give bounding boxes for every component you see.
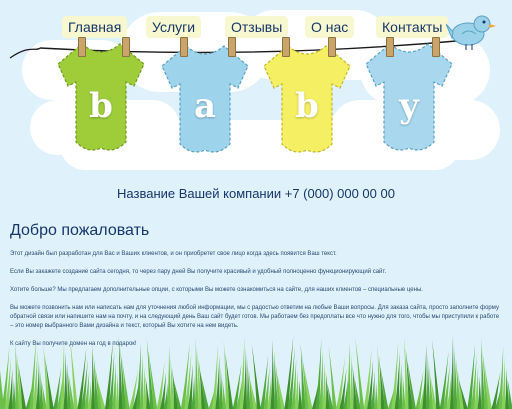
- grass-blade: [270, 340, 275, 409]
- grass-blade: [218, 367, 223, 409]
- letter-b: b: [89, 86, 113, 126]
- grass-blade: [374, 382, 379, 409]
- page-title: Добро пожаловать: [10, 222, 150, 239]
- clothespin: [328, 37, 336, 57]
- paragraph: Этот дизайн был разработан для Вас и Ваш…: [10, 251, 337, 257]
- nav-item-contacts[interactable]: Контакты: [376, 16, 449, 38]
- grass-blade: [167, 346, 172, 409]
- paragraph: Хотите больше? Мы предлагаем дополнитель…: [10, 287, 423, 293]
- grass-blade: [115, 373, 120, 409]
- letter-y: y: [399, 86, 419, 126]
- clothespin: [432, 37, 440, 57]
- bodysuit-blue: a: [158, 38, 252, 160]
- nav-item-home[interactable]: Главная: [62, 16, 128, 38]
- nav-item-reviews[interactable]: Отзывы: [225, 16, 289, 38]
- grass-blade: [11, 379, 16, 409]
- grass-blade: [477, 376, 482, 409]
- bodysuit-light-blue: y: [362, 38, 456, 160]
- grass-blade: [322, 361, 327, 409]
- clothespin: [282, 37, 290, 57]
- grass-blade: [401, 374, 406, 409]
- letter-b: b: [295, 86, 319, 126]
- grass-blade: [425, 355, 430, 409]
- grass-blade: [298, 380, 303, 409]
- bodysuit-yellow: b: [260, 38, 354, 160]
- clothespin: [78, 37, 86, 57]
- clothespin: [228, 37, 236, 57]
- nav-item-about[interactable]: О нас: [305, 16, 355, 38]
- letter-a: a: [193, 86, 217, 126]
- grass-blade: [63, 352, 68, 409]
- nav-item-services[interactable]: Услуги: [146, 16, 202, 38]
- bird-icon: [446, 15, 496, 50]
- clothespin: [180, 37, 188, 57]
- grass: [0, 336, 512, 409]
- bodysuit-green: b: [54, 38, 148, 160]
- paragraph: Вы можете позвонить нам или написать нам…: [10, 305, 500, 329]
- clothespin: [386, 37, 394, 57]
- paragraph: Если Вы закажете создание сайта сегодня,…: [10, 269, 387, 275]
- clothespin: [122, 37, 130, 57]
- company-contact-line: Название Вашей компании +7 (000) 000 00 …: [117, 186, 395, 201]
- header: Главная Услуги Отзывы О нас Контакты b a…: [0, 0, 512, 215]
